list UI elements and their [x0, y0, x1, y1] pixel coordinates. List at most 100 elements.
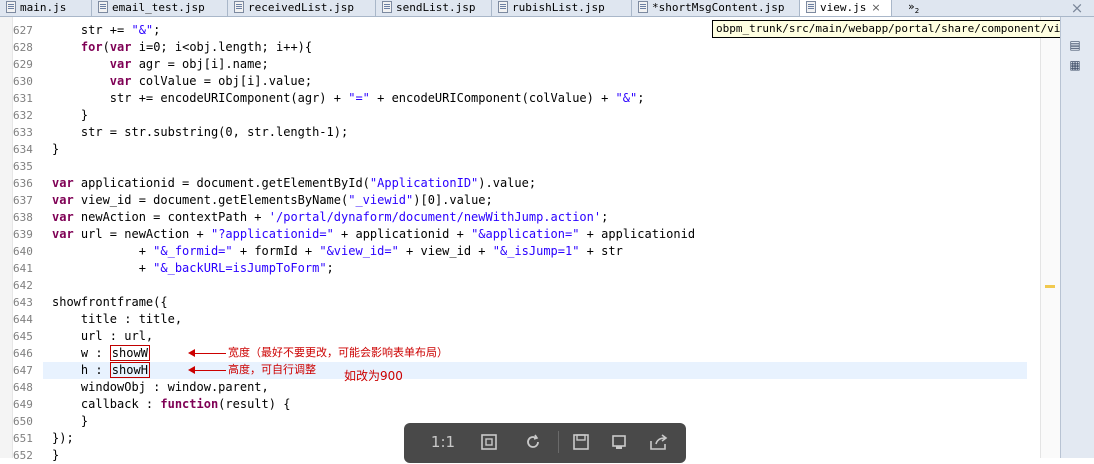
tab-sendlist-jsp[interactable]: sendList.jsp — [376, 0, 492, 16]
line-number: 630 — [13, 75, 33, 88]
annotated-value-box: showW — [109, 345, 150, 361]
code-line: + "&_backURL=isJumpToForm"; — [52, 261, 334, 275]
line-number: 652 — [13, 449, 33, 462]
tab-label: rubishList.jsp — [512, 1, 605, 14]
code-line: } — [52, 448, 60, 462]
line-number: 633 — [13, 126, 33, 139]
task-list-icon[interactable]: ▦ — [1068, 58, 1082, 72]
tab-receivedlist-jsp[interactable]: receivedList.jsp — [228, 0, 376, 16]
arrow-line — [194, 370, 226, 371]
code-line: var view_id = document.getElementsByName… — [52, 193, 493, 207]
code-line: str += encodeURIComponent(agr) + "=" + e… — [52, 91, 645, 105]
right-side-panel — [1060, 17, 1094, 458]
code-line: url : url, — [52, 329, 154, 343]
rotate-icon[interactable] — [516, 429, 550, 455]
code-line: var colValue = obj[i].value; — [109, 74, 313, 88]
line-number: 643 — [13, 296, 33, 309]
annotation-gutter — [0, 17, 13, 458]
code-line: }); — [52, 431, 74, 445]
code-editor[interactable]: 627 628 629 630 631 632 633 634 635 636 … — [0, 17, 1061, 462]
tab-rubishlist-jsp[interactable]: rubishList.jsp — [492, 0, 632, 16]
editor-tab-bar: main.js email_test.jsp receivedList.jsp … — [0, 0, 1094, 17]
fit-window-icon[interactable] — [472, 429, 506, 455]
line-number: 647 — [13, 364, 33, 377]
line-number: 651 — [13, 432, 33, 445]
code-line: + "&_formid=" + formId + "&view_id=" + v… — [52, 244, 623, 258]
print-icon[interactable] — [602, 429, 636, 455]
close-tab-icon[interactable]: × — [871, 1, 880, 14]
line-number: 642 — [13, 279, 33, 292]
tab-main-js[interactable]: main.js — [0, 0, 92, 16]
line-number: 645 — [13, 330, 33, 343]
tab-label: *shortMsgContent.jsp — [652, 1, 785, 14]
image-viewer-toolbar: 1:1 — [404, 423, 686, 463]
line-number: 641 — [13, 262, 33, 275]
change-annotation: 如改为900 — [344, 369, 403, 383]
code-line: str = str.substring(0, str.length-1); — [52, 125, 349, 139]
tab-label: sendList.jsp — [396, 1, 476, 14]
code-line: var newAction = contextPath + '/portal/d… — [52, 210, 609, 224]
jsp-file-icon — [382, 1, 392, 13]
share-icon[interactable] — [642, 429, 676, 455]
line-number: 635 — [13, 160, 33, 173]
tab-label: view.js — [820, 1, 867, 14]
code-line: } — [52, 142, 60, 156]
actual-size-button[interactable]: 1:1 — [426, 429, 460, 455]
line-number: 628 — [13, 41, 33, 54]
code-line: var applicationid = document.getElementB… — [52, 176, 537, 190]
line-number: 636 — [13, 177, 33, 190]
code-line: windowObj : window.parent, — [52, 380, 269, 394]
code-line: for(var i=0; i<obj.length; i++){ — [80, 40, 313, 54]
jsp-file-icon — [98, 1, 108, 13]
height-annotation: 高度，可自行调整 — [228, 363, 316, 376]
code-line: } — [52, 108, 89, 122]
line-number: 644 — [13, 313, 33, 326]
code-line: w : showW — [52, 345, 150, 361]
overview-ruler[interactable] — [1040, 17, 1061, 458]
tab-label: main.js — [20, 1, 67, 14]
tab-overflow-button[interactable]: »2 — [908, 0, 919, 18]
tab-view-js[interactable]: view.js × — [800, 0, 892, 16]
code-line: str += "&"; — [52, 23, 161, 37]
line-number: 637 — [13, 194, 33, 207]
line-number: 632 — [13, 109, 33, 122]
outline-view-icon[interactable]: ▤ — [1068, 38, 1082, 52]
code-line: } — [52, 414, 89, 428]
code-line: showfrontframe({ — [52, 295, 168, 309]
js-file-icon — [806, 1, 816, 13]
arrow-line — [194, 353, 226, 354]
line-number: 648 — [13, 381, 33, 394]
ruler-marker[interactable] — [1045, 285, 1055, 288]
tab-email-test-jsp[interactable]: email_test.jsp — [92, 0, 228, 16]
code-line: callback : function(result) { — [52, 397, 291, 411]
file-path-tooltip: obpm_trunk/src/main/webapp/portal/share/… — [712, 20, 1094, 38]
close-icon[interactable]: × — [1067, 0, 1087, 16]
line-number: 640 — [13, 245, 33, 258]
tab-label: email_test.jsp — [112, 1, 205, 14]
line-number: 646 — [13, 347, 33, 360]
line-number: 649 — [13, 398, 33, 411]
annotated-value-box: showH — [109, 362, 150, 378]
line-numbers: 627 628 629 630 631 632 633 634 635 636 … — [13, 17, 43, 462]
line-number: 627 — [13, 24, 33, 37]
code-line: var url = newAction + "?applicationid=" … — [52, 227, 696, 241]
width-annotation: 宽度（最好不要更改，可能会影响表单布局） — [228, 346, 448, 359]
jsp-file-icon — [638, 1, 648, 13]
code-line: title : title, — [52, 312, 183, 326]
tab-shortmsgcontent-jsp[interactable]: *shortMsgContent.jsp — [632, 0, 800, 16]
jsp-file-icon — [234, 1, 244, 13]
code-line: var agr = obj[i].name; — [109, 57, 269, 71]
line-number: 631 — [13, 92, 33, 105]
save-icon[interactable] — [564, 429, 598, 455]
tab-label: receivedList.jsp — [248, 1, 354, 14]
line-number: 639 — [13, 228, 33, 241]
code-line-current: h : showH — [52, 362, 150, 378]
line-number: 650 — [13, 415, 33, 428]
js-file-icon — [6, 1, 16, 13]
line-number: 634 — [13, 143, 33, 156]
chevron-double-right-icon: » — [908, 0, 915, 13]
overflow-count: 2 — [914, 7, 920, 16]
jsp-file-icon — [498, 1, 508, 13]
line-number: 629 — [13, 58, 33, 71]
line-number: 638 — [13, 211, 33, 224]
